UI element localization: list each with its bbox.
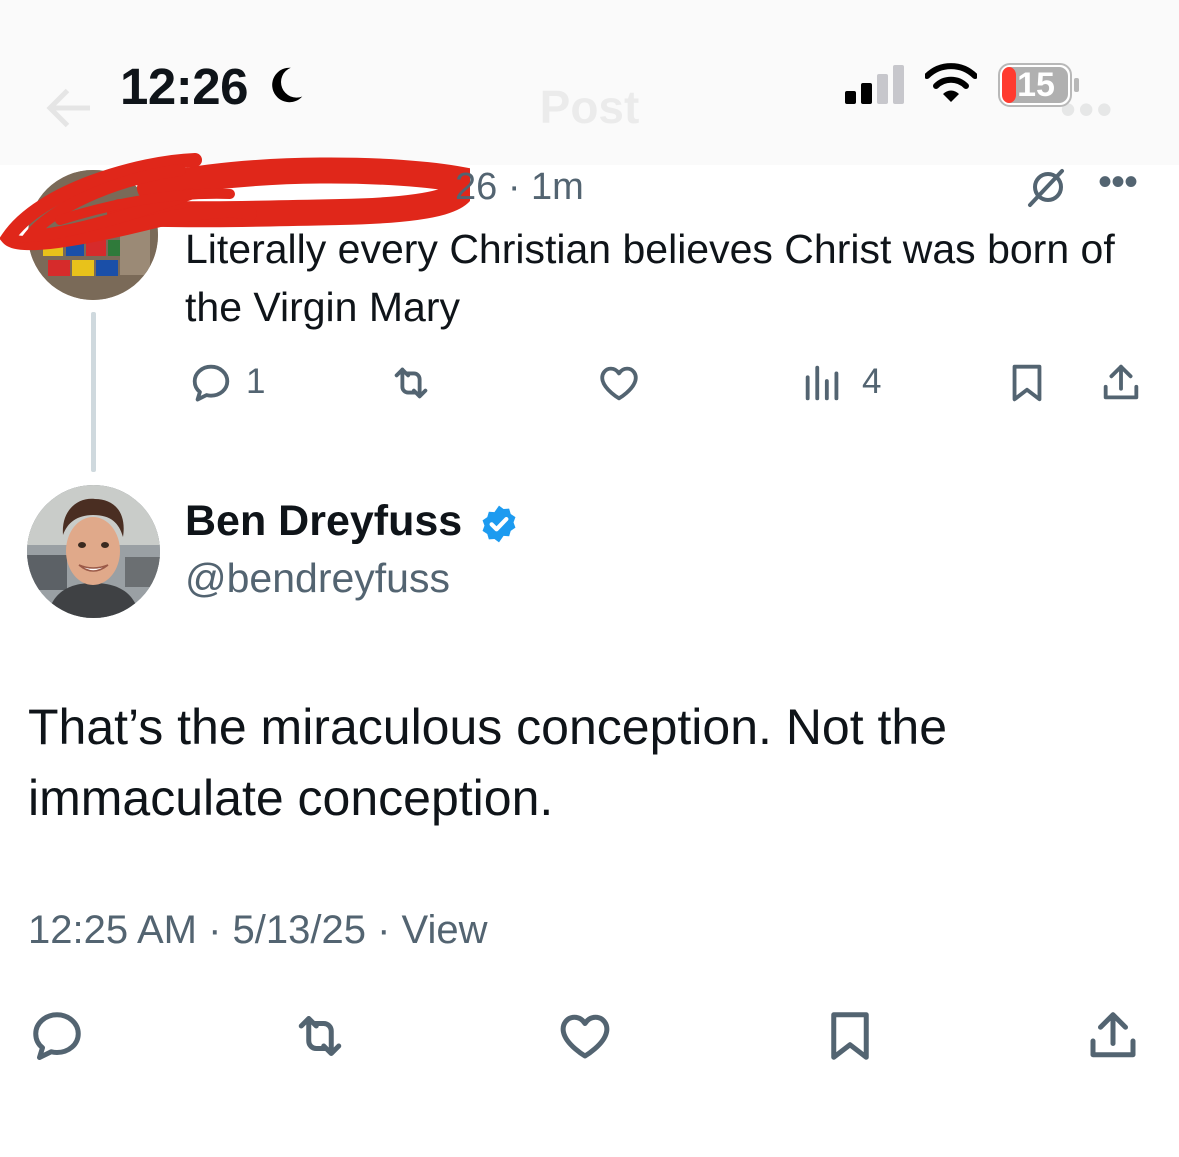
like-button[interactable] xyxy=(596,360,642,406)
reply-button[interactable] xyxy=(27,1006,87,1066)
share-button[interactable] xyxy=(1083,1006,1143,1066)
tweet-text: Literally every Christian believes Chris… xyxy=(185,226,1115,330)
views-button[interactable]: 4 xyxy=(800,360,881,406)
avatar[interactable] xyxy=(27,485,160,618)
heart-icon xyxy=(600,366,638,401)
like-button[interactable] xyxy=(555,1006,615,1066)
repost-icon xyxy=(394,367,428,399)
tweet-timestamp[interactable]: 12:25 AM · 5/13/25 · View xyxy=(28,908,488,953)
author-handle[interactable]: @bendreyfuss xyxy=(185,555,450,602)
moon-icon xyxy=(272,67,303,103)
bookmark-icon xyxy=(1012,364,1042,402)
share-button[interactable] xyxy=(1098,360,1144,406)
repost-button[interactable] xyxy=(388,360,434,406)
heart-icon xyxy=(560,1014,610,1059)
more-options-icon[interactable]: ••• xyxy=(1098,160,1138,205)
views-count: 4 xyxy=(862,362,882,401)
repost-button[interactable] xyxy=(290,1006,350,1066)
analytics-icon xyxy=(805,365,839,401)
grok-icon[interactable] xyxy=(1022,165,1070,213)
bookmark-icon xyxy=(831,1012,869,1060)
wifi-icon xyxy=(925,63,977,102)
tweet-text: That’s the miraculous conception. Not th… xyxy=(28,699,948,826)
verified-badge-icon xyxy=(482,505,516,543)
bookmark-button[interactable] xyxy=(1004,360,1050,406)
reply-count: 1 xyxy=(246,362,266,401)
status-time: 12:26 xyxy=(120,58,248,115)
bookmark-button[interactable] xyxy=(820,1006,880,1066)
reply-button[interactable]: 1 xyxy=(188,360,265,406)
thread-connector xyxy=(91,312,96,472)
share-icon xyxy=(1090,1012,1136,1058)
reply-icon xyxy=(192,364,230,402)
author-name[interactable]: Ben Dreyfuss xyxy=(185,497,462,546)
repost-icon xyxy=(298,1016,342,1056)
share-icon xyxy=(1103,364,1139,400)
profile-photo xyxy=(27,485,160,618)
cellular-signal-icon xyxy=(845,65,904,104)
tweet-meta: 26 · 1m xyxy=(455,166,584,208)
battery-level: 15 xyxy=(1017,66,1055,104)
reply-icon xyxy=(33,1012,81,1060)
